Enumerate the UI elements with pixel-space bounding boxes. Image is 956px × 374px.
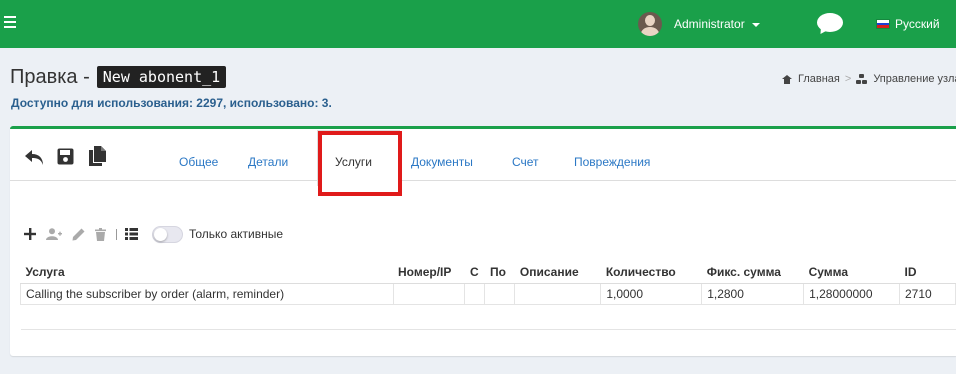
tab-documents[interactable]: Документы xyxy=(411,155,473,169)
column-id[interactable]: ID xyxy=(899,261,956,284)
column-number-ip[interactable]: Номер/IP xyxy=(393,261,465,284)
cell-id: 2710 xyxy=(899,282,956,305)
top-navbar: Administrator Русский xyxy=(0,0,956,48)
table-header-row: Услуга Номер/IP С По Описание Количество… xyxy=(20,261,956,284)
table-row[interactable]: Calling the subscriber by order (alarm, … xyxy=(20,282,956,305)
availability-text: Доступно для использования: 2297, исполь… xyxy=(11,96,332,110)
cell-quantity: 1,0000 xyxy=(600,282,703,305)
column-service[interactable]: Услуга xyxy=(20,261,393,284)
breadcrumb-separator: > xyxy=(844,73,852,85)
breadcrumb-home[interactable]: Главная xyxy=(782,73,840,85)
language-selector[interactable]: Русский xyxy=(876,17,940,31)
list-icon[interactable] xyxy=(125,228,138,240)
cell-from xyxy=(464,282,486,305)
services-table: Услуга Номер/IP С По Описание Количество… xyxy=(20,261,956,330)
cell-number-ip xyxy=(392,282,466,305)
table-empty-row xyxy=(20,303,956,330)
breadcrumb-node-management-label[interactable]: Управление узлами xyxy=(873,73,956,85)
user-menu[interactable]: Administrator xyxy=(638,12,760,36)
edit-icon[interactable] xyxy=(72,228,85,241)
breadcrumb-node-management[interactable]: Управление узлами xyxy=(856,73,956,85)
tab-bar: Общее Детали Услуги Документы Счет Повре… xyxy=(10,129,956,186)
save-icon[interactable] xyxy=(57,148,74,165)
cell-to xyxy=(484,282,516,305)
page-title-prefix: Правка - xyxy=(10,65,90,88)
cell-sum: 1,28000000 xyxy=(803,282,900,305)
language-label[interactable]: Русский xyxy=(895,17,940,31)
column-quantity[interactable]: Количество xyxy=(600,261,702,284)
column-fixed-sum[interactable]: Фикс. сумма xyxy=(701,261,804,284)
chevron-down-icon xyxy=(751,23,760,27)
sitemap-icon xyxy=(856,74,868,84)
abonent-code-badge: New abonent_1 xyxy=(96,66,227,88)
column-to[interactable]: По xyxy=(484,261,515,284)
add-user-icon[interactable] xyxy=(46,228,62,240)
column-description[interactable]: Описание xyxy=(514,261,601,284)
tab-damages[interactable]: Повреждения xyxy=(574,155,650,169)
page-title: Правка - New abonent_1 xyxy=(10,64,227,90)
home-icon xyxy=(782,74,792,84)
active-only-toggle[interactable] xyxy=(152,225,183,243)
column-from[interactable]: С xyxy=(464,261,485,284)
edit-panel: Общее Детали Услуги Документы Счет Повре… xyxy=(10,126,956,356)
tab-general[interactable]: Общее xyxy=(179,155,218,169)
user-name[interactable]: Administrator xyxy=(674,17,745,31)
column-sum[interactable]: Сумма xyxy=(803,261,900,284)
cell-service: Calling the subscriber by order (alarm, … xyxy=(20,282,394,305)
tab-account[interactable]: Счет xyxy=(512,155,539,169)
delete-icon[interactable] xyxy=(95,227,106,241)
breadcrumb: Главная > Управление узлами xyxy=(782,73,956,85)
add-icon[interactable] xyxy=(24,228,36,240)
cell-description xyxy=(514,282,602,305)
services-toolbar: Только активные xyxy=(24,225,283,243)
copy-icon[interactable] xyxy=(89,146,106,166)
russian-flag-icon xyxy=(876,19,890,29)
tab-details[interactable]: Детали xyxy=(248,155,288,169)
chat-icon[interactable] xyxy=(816,12,844,37)
breadcrumb-home-label[interactable]: Главная xyxy=(798,73,840,85)
cell-fixed-sum: 1,2800 xyxy=(701,282,805,305)
hamburger-menu-icon[interactable] xyxy=(4,16,16,28)
back-icon[interactable] xyxy=(24,149,44,167)
avatar[interactable] xyxy=(638,12,662,36)
tab-services[interactable]: Услуги xyxy=(335,155,372,169)
active-only-label: Только активные xyxy=(189,227,284,241)
toolbar-divider xyxy=(116,228,117,240)
